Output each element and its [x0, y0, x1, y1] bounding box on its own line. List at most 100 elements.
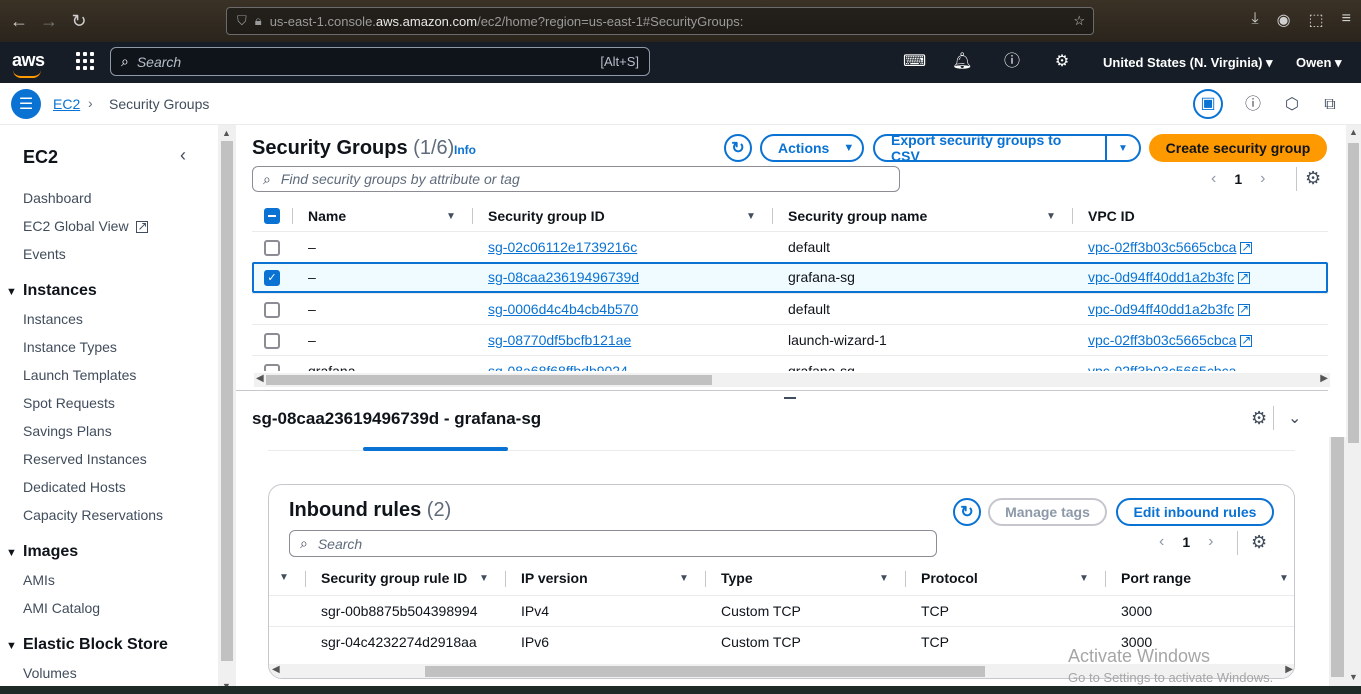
column-header-rule-id[interactable]: Security group rule ID ▼ — [321, 563, 489, 593]
sidebar-item-events[interactable]: Events — [23, 246, 66, 262]
filter-input[interactable]: ⌕ Find security groups by attribute or t… — [252, 166, 900, 192]
column-header-protocol[interactable]: Protocol ▼ — [921, 563, 1089, 593]
row-checkbox[interactable] — [264, 240, 280, 256]
vpc-link[interactable]: vpc-02ff3b03c5665cbca ↗ — [1088, 332, 1253, 348]
vpc-link[interactable]: vpc-0d94ff40dd1a2b3fc ↗ — [1088, 269, 1251, 285]
help-icon[interactable]: ⓘ — [1002, 52, 1022, 72]
table-row[interactable]: – sg-0006d4c4b4cb4b570 default vpc-0d94f… — [252, 293, 1328, 324]
page-number[interactable]: 1 — [1182, 534, 1190, 550]
column-header-ip-version[interactable]: IP version ▼ — [521, 563, 689, 593]
scroll-up-icon[interactable]: ▲ — [222, 128, 231, 138]
sidebar-item-dashboard[interactable]: Dashboard — [23, 190, 92, 206]
inbound-refresh-button[interactable]: ↻ — [953, 498, 981, 526]
column-header-port-range[interactable]: Port range ▼ — [1121, 563, 1289, 593]
group-id-link[interactable]: sg-08a68f68ffbdb9024 — [488, 363, 628, 371]
active-tab-indicator[interactable] — [363, 447, 508, 451]
create-security-group-button[interactable]: Create security group — [1149, 134, 1327, 162]
table-settings-icon[interactable]: ⚙︎ — [1305, 168, 1321, 189]
back-icon[interactable]: ← — [4, 11, 34, 32]
sidebar-item-instances[interactable]: Instances — [23, 311, 83, 327]
forward-icon[interactable]: → — [34, 11, 64, 32]
sidebar-item-launch-templates[interactable]: Launch Templates — [23, 367, 136, 383]
info-link[interactable]: Info — [454, 143, 476, 157]
row-checkbox[interactable] — [264, 333, 280, 349]
table-row[interactable]: – sg-02c06112e1739216c default vpc-02ff3… — [252, 231, 1328, 262]
sidebar-item-capacity-reservations[interactable]: Capacity Reservations — [23, 507, 163, 523]
detail-vertical-scrollbar[interactable] — [1329, 437, 1346, 694]
address-bar[interactable]: ⛉ 🔒︎ us-east-1.console.aws.amazon.com/ec… — [226, 7, 1094, 35]
collapse-sidebar-icon[interactable]: ‹ — [180, 145, 186, 166]
row-checkbox[interactable] — [264, 364, 280, 371]
column-header-vpc-id[interactable]: VPC ID — [1088, 201, 1135, 231]
next-page-icon[interactable]: › — [1260, 170, 1265, 188]
sidebar-scrollbar[interactable]: ▲ ▼ — [218, 125, 236, 694]
menu-icon[interactable]: ≡ — [1342, 10, 1351, 30]
group-id-link[interactable]: sg-08caa23619496739d — [488, 269, 639, 285]
scroll-down-icon[interactable]: ▼ — [1349, 672, 1358, 682]
group-id-link[interactable]: sg-08770df5bcfb121ae — [488, 332, 631, 348]
feedback-icon[interactable]: ⧉ — [1318, 93, 1342, 117]
vpc-link[interactable]: vpc-02ff3b03c5665cbca ↗ — [1088, 239, 1253, 255]
row-checkbox[interactable] — [264, 302, 280, 318]
sidebar-item-ami-catalog[interactable]: AMI Catalog — [23, 600, 100, 616]
split-panel-settings-icon[interactable]: ⚙︎ — [1251, 408, 1267, 429]
table-row-selected[interactable]: ✓ – sg-08caa23619496739d grafana-sg vpc-… — [252, 262, 1328, 293]
sidebar-item-savings-plans[interactable]: Savings Plans — [23, 423, 112, 439]
inbound-search-input[interactable]: ⌕ Search — [289, 530, 937, 557]
page-number[interactable]: 1 — [1234, 171, 1242, 187]
column-header-type[interactable]: Type ▼ — [721, 563, 889, 593]
column-header-group-id[interactable]: Security group ID ▼ — [488, 201, 756, 231]
next-page-icon[interactable]: › — [1208, 533, 1213, 551]
page-scrollbar[interactable]: ▲ ▼ — [1346, 125, 1361, 694]
collapse-panel-chevron-icon[interactable]: ⌄ — [1288, 408, 1301, 428]
scroll-left-icon[interactable]: ◀ — [256, 373, 264, 384]
services-grid-icon[interactable] — [76, 52, 94, 70]
table-row[interactable]: – sg-08770df5bcfb121ae launch-wizard-1 v… — [252, 324, 1328, 355]
export-csv-button[interactable]: Export security groups to CSV — [873, 132, 1107, 164]
tutorial-icon[interactable]: ⬡ — [1280, 93, 1304, 117]
global-search-input[interactable]: ⌕ Search [Alt+S] — [110, 47, 650, 76]
sidebar-item-spot-requests[interactable]: Spot Requests — [23, 395, 115, 411]
breadcrumb-ec2[interactable]: EC2 — [53, 96, 80, 112]
edit-inbound-rules-button[interactable]: Edit inbound rules — [1116, 498, 1274, 526]
column-header-group-name[interactable]: Security group name ▼ — [788, 201, 1056, 231]
panel-toggle-icon[interactable]: ▣ — [1193, 89, 1223, 119]
sidebar-section-ebs[interactable]: ▼ Elastic Block Store — [6, 636, 168, 654]
vpc-link[interactable]: vpc-02ff3b03c5665cbca — [1088, 363, 1236, 371]
table-row[interactable]: sgr-00b8875b504398994 IPv4 Custom TCP TC… — [269, 595, 1294, 626]
sidebar-item-dedicated-hosts[interactable]: Dedicated Hosts — [23, 479, 126, 495]
sidebar-item-volumes[interactable]: Volumes — [23, 665, 77, 681]
extensions-icon[interactable]: ⬚ — [1309, 10, 1324, 30]
table-horizontal-scrollbar[interactable]: ◀ ▶ — [254, 373, 1330, 387]
sidebar-item-global-view[interactable]: EC2 Global View ↗ — [23, 218, 149, 234]
group-id-link[interactable]: sg-02c06112e1739216c — [488, 239, 637, 255]
sidebar-item-amis[interactable]: AMIs — [23, 572, 55, 588]
sidebar-item-reserved-instances[interactable]: Reserved Instances — [23, 451, 147, 467]
scroll-right-icon[interactable]: ▶ — [1285, 664, 1293, 675]
download-icon[interactable]: ⤓ — [1251, 10, 1258, 30]
region-selector[interactable]: United States (N. Virginia) ▾ — [1103, 55, 1273, 71]
actions-button[interactable]: Actions ▼ — [760, 134, 864, 162]
prev-page-icon[interactable]: ‹ — [1159, 533, 1164, 551]
account-icon[interactable]: ◉ — [1277, 10, 1291, 30]
info-icon[interactable]: ⓘ — [1241, 93, 1265, 117]
vpc-link[interactable]: vpc-0d94ff40dd1a2b3fc ↗ — [1088, 301, 1251, 317]
cloudshell-icon[interactable]: ⌨︎ — [903, 52, 926, 72]
bookmark-star-icon[interactable]: ☆ — [1073, 13, 1085, 29]
sidebar-section-instances[interactable]: ▼ Instances — [6, 282, 97, 300]
notifications-icon[interactable]: 🔔︎ — [952, 52, 972, 72]
manage-tags-button[interactable]: Manage tags — [988, 498, 1107, 526]
export-dropdown-button[interactable]: ▼ — [1105, 134, 1141, 162]
row-checkbox-checked[interactable]: ✓ — [264, 270, 280, 286]
scroll-up-icon[interactable]: ▲ — [1349, 127, 1358, 137]
prev-page-icon[interactable]: ‹ — [1211, 170, 1216, 188]
group-id-link[interactable]: sg-0006d4c4b4cb4b570 — [488, 301, 638, 317]
sidebar-section-images[interactable]: ▼ Images — [6, 543, 78, 561]
aws-logo[interactable]: aws — [12, 50, 45, 78]
select-all-checkbox[interactable] — [264, 201, 280, 231]
split-panel-drag-handle[interactable] — [784, 397, 796, 399]
scroll-right-icon[interactable]: ▶ — [1320, 373, 1328, 384]
user-menu[interactable]: Owen ▾ — [1296, 55, 1342, 71]
scroll-left-icon[interactable]: ◀ — [272, 664, 280, 675]
settings-icon[interactable]: ⚙︎ — [1052, 52, 1072, 72]
